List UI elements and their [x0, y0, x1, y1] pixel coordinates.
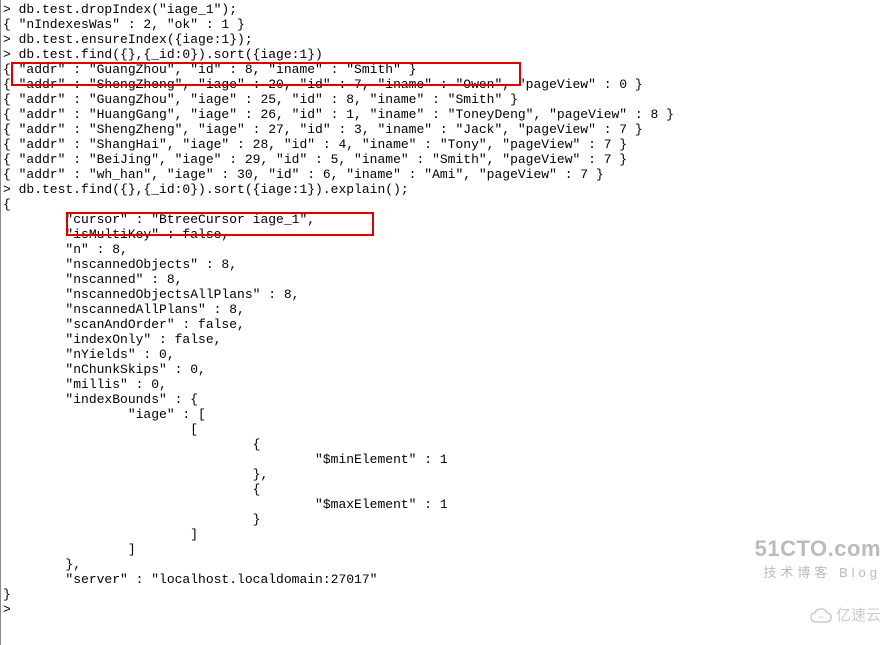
line: "nscannedObjects" : 8, [3, 257, 237, 272]
line: { "addr" : "ShengZheng", "iage" : 20, "i… [3, 77, 643, 92]
terminal-output: > db.test.dropIndex("iage_1"); { "nIndex… [1, 0, 891, 617]
line: { "addr" : "ShengZheng", "iage" : 27, "i… [3, 122, 643, 137]
line: "$minElement" : 1 [3, 452, 448, 467]
line: "millis" : 0, [3, 377, 167, 392]
line: } [3, 512, 260, 527]
line: "nscannedAllPlans" : 8, [3, 302, 245, 317]
line: "$maxElement" : 1 [3, 497, 448, 512]
line: > db.test.find({},{_id:0}).sort({iage:1}… [3, 47, 323, 62]
line: [ [3, 422, 198, 437]
line: { [3, 437, 260, 452]
line: { "addr" : "wh_han", "iage" : 30, "id" :… [3, 167, 604, 182]
line: "n" : 8, [3, 242, 128, 257]
line: "isMultiKey" : false, [3, 227, 229, 242]
line: "nChunkSkips" : 0, [3, 362, 206, 377]
line: }, [3, 557, 81, 572]
line: "nscanned" : 8, [3, 272, 182, 287]
line: > [3, 602, 11, 617]
line: "iage" : [ [3, 407, 206, 422]
line: > db.test.find({},{_id:0}).sort({iage:1}… [3, 182, 409, 197]
line: { "addr" : "GuangZhou", "id" : 8, "iname… [3, 62, 416, 77]
line: "server" : "localhost.localdomain:27017" [3, 572, 377, 587]
line: { "addr" : "BeiJing", "iage" : 29, "id" … [3, 152, 627, 167]
line: "nYields" : 0, [3, 347, 175, 362]
line: > db.test.dropIndex("iage_1"); [3, 2, 237, 17]
line: { [3, 482, 260, 497]
line: { "nIndexesWas" : 2, "ok" : 1 } [3, 17, 245, 32]
line: { "addr" : "HuangGang", "iage" : 26, "id… [3, 107, 674, 122]
line: }, [3, 467, 268, 482]
line: { "addr" : "ShangHai", "iage" : 28, "id"… [3, 137, 627, 152]
line: { "addr" : "GuangZhou", "iage" : 25, "id… [3, 92, 518, 107]
line: "nscannedObjectsAllPlans" : 8, [3, 287, 299, 302]
line: ] [3, 542, 136, 557]
line: } [3, 587, 11, 602]
line: { [3, 197, 11, 212]
line: "scanAndOrder" : false, [3, 317, 245, 332]
line: "cursor" : "BtreeCursor iage_1", [3, 212, 315, 227]
line: > db.test.ensureIndex({iage:1}); [3, 32, 253, 47]
line: "indexBounds" : { [3, 392, 198, 407]
line: ] [3, 527, 198, 542]
line: "indexOnly" : false, [3, 332, 221, 347]
